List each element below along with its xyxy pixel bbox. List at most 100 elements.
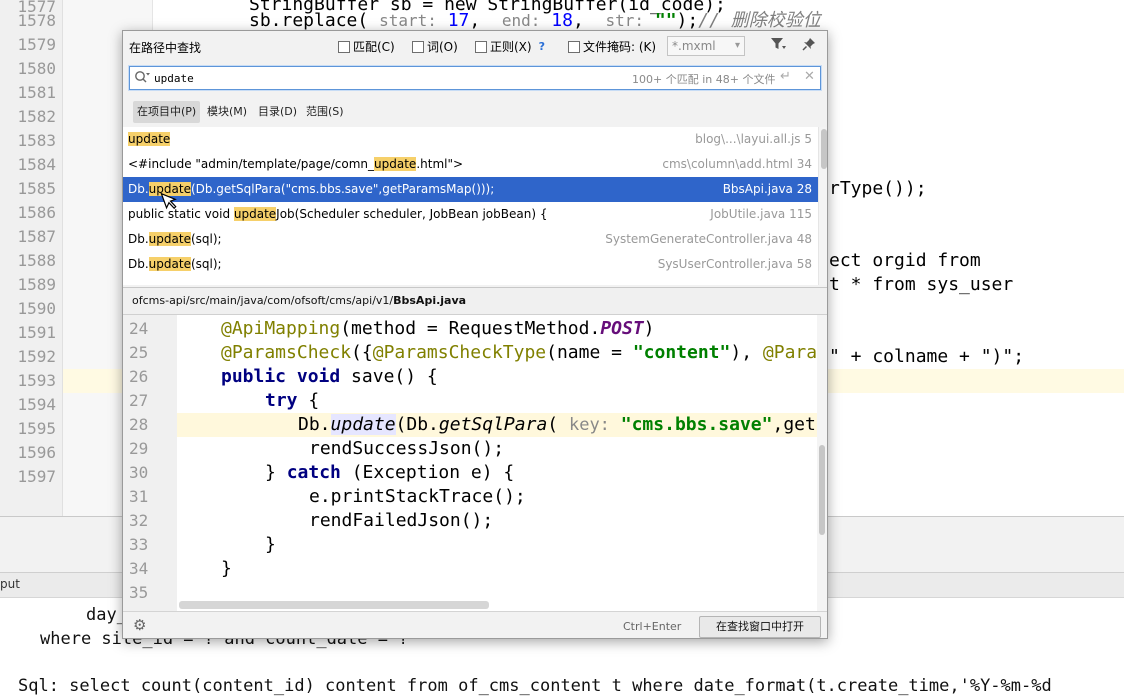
preview-code-line: @ParamsCheck({@ParamsCheckType(name = "c… [221,342,818,363]
checkbox-box[interactable] [475,40,487,53]
chevron-down-icon: ▾ [734,40,740,51]
pin-icon[interactable] [802,37,816,55]
result-row[interactable]: public static void updateJob(Scheduler s… [123,202,818,227]
newline-icon[interactable]: ↵ [780,69,791,84]
scope-tab-module[interactable]: 模块(M) [203,101,251,123]
line-number: 29 [129,439,149,458]
code-preview[interactable]: 24 25 26 27 28 29 30 31 32 33 34 35 @Api… [123,315,827,611]
result-row[interactable]: update blog\...\layui.all.js 5 [123,127,818,152]
file-mask-checkbox[interactable]: 文件掩码: (K) [568,38,656,55]
preview-horizontal-scrollbar[interactable] [179,601,489,609]
result-text: Db.update(sql); [128,232,222,246]
code-line-1592-tail: " + colname + ")"; [829,346,1025,367]
line-number: 1588 [17,251,56,270]
line-number: 1582 [17,107,56,126]
result-file: SysUserController.java 58 [657,257,812,271]
result-row[interactable]: <#include "admin/template/page/comn_upda… [123,152,818,177]
search-icon[interactable] [134,70,150,87]
line-number: 28 [129,415,149,434]
line-number: 1590 [17,299,56,318]
line-number: 32 [129,511,149,530]
shortcut-hint: Ctrl+Enter [623,620,682,633]
result-text: Db.update(Db.getSqlPara("cms.bbs.save",g… [128,182,495,196]
words-checkbox[interactable]: 词(O) [412,38,458,55]
line-number: 1584 [17,155,56,174]
line-number: 31 [129,487,149,506]
line-number: 1581 [17,83,56,102]
console-line: Sql: select count(content_id) content fr… [18,676,1052,696]
preview-code-line: public void save() { [221,366,438,387]
result-file: cms\column\add.html 34 [662,157,812,171]
search-input[interactable] [154,69,624,87]
dialog-title: 在路径中查找 [129,41,202,55]
filter-icon[interactable] [770,37,786,55]
line-number: 1578 [17,11,56,30]
preview-gutter: 24 25 26 27 28 29 30 31 32 33 34 35 [123,315,177,611]
result-file: BbsApi.java 28 [722,182,812,196]
code-line-1585-tail: rType()); [829,178,927,199]
find-in-path-dialog[interactable]: 在路径中查找 匹配(C) 词(O) 正则(X)? 文件掩码: (K) *.mxm… [122,30,828,639]
regex-checkbox[interactable]: 正则(X)? [475,38,545,55]
line-number: 1586 [17,203,56,222]
preview-vertical-scrollbar[interactable] [817,315,827,611]
line-number: 27 [129,391,149,410]
gear-icon[interactable]: ⚙ [133,616,146,634]
preview-code-line-current: Db.update(Db.getSqlPara( key: "cms.bbs.s… [298,414,827,435]
preview-code-line: try { [265,390,320,411]
line-number: 35 [129,583,149,602]
preview-code-line: } [221,558,232,579]
result-text: Db.update(sql); [128,257,222,271]
result-row-selected[interactable]: Db.update(Db.getSqlPara("cms.bbs.save",g… [123,177,818,202]
results-list[interactable]: update blog\...\layui.all.js 5 <#include… [123,127,818,285]
file-mask-select[interactable]: *.mxml ▾ [667,36,745,56]
checkbox-box[interactable] [568,40,580,53]
line-number: 1583 [17,131,56,150]
preview-code-line: @ApiMapping(method = RequestMethod.POST) [221,318,655,339]
preview-code-line: rendFailedJson(); [309,510,494,531]
result-text: public static void updateJob(Scheduler s… [128,207,548,221]
scrollbar-thumb[interactable] [819,445,825,535]
result-text: update [128,132,171,146]
editor-gutter: 1577 1578 1579 1580 1581 1582 1583 1584 … [0,0,62,516]
console-line: day_ [86,605,127,625]
close-icon[interactable]: ✕ [804,69,815,84]
line-number: 33 [129,535,149,554]
preview-code-line: rendSuccessJson(); [309,438,505,459]
line-number: 30 [129,463,149,482]
checkbox-box[interactable] [412,40,424,53]
regex-help-icon[interactable]: ? [539,40,545,53]
result-row[interactable]: Db.update(sql); SysUserController.java 5… [123,252,818,277]
result-file: blog\...\layui.all.js 5 [695,132,812,146]
line-number: 1597 [17,467,56,486]
preview-code-line: } catch (Exception e) { [265,462,515,483]
match-case-checkbox[interactable]: 匹配(C) [338,38,395,55]
scope-tab-scope[interactable]: 范围(S) [302,101,348,123]
results-scrollbar[interactable] [818,127,827,285]
scrollbar-thumb[interactable] [821,129,827,169]
code-line-1589-tail: t * from sys_user [829,274,1014,295]
line-number: 1585 [17,179,56,198]
result-file: SystemGenerateController.java 48 [605,232,812,246]
match-count: 100+ 个匹配 in 48+ 个文件 [632,73,776,86]
line-number: 24 [129,319,149,338]
line-number: 1593 [17,371,56,390]
scope-tab-project[interactable]: 在项目中(P) [133,101,201,123]
line-number: 1596 [17,443,56,462]
search-field[interactable]: 100+ 个匹配 in 48+ 个文件 ↵ ✕ [129,66,821,90]
checkbox-box[interactable] [338,40,350,53]
result-row[interactable]: Db.update(sql); SystemGenerateController… [123,227,818,252]
line-number: 1587 [17,227,56,246]
dialog-footer: ⚙ Ctrl+Enter 在查找窗口中打开 [123,611,827,638]
preview-code-line: e.printStackTrace(); [309,486,526,507]
result-text: <#include "admin/template/page/comn_upda… [128,157,464,171]
line-number: 1592 [17,347,56,366]
line-number: 1591 [17,323,56,342]
line-number: 26 [129,367,149,386]
line-number: 25 [129,343,149,362]
scope-tab-directory[interactable]: 目录(D) [254,101,301,123]
open-in-find-window-button[interactable]: 在查找窗口中打开 [699,616,821,638]
result-file: JobUtile.java 115 [710,207,812,221]
line-number: 34 [129,559,149,578]
line-number: 1579 [17,35,56,54]
output-tab[interactable]: put [0,577,20,591]
